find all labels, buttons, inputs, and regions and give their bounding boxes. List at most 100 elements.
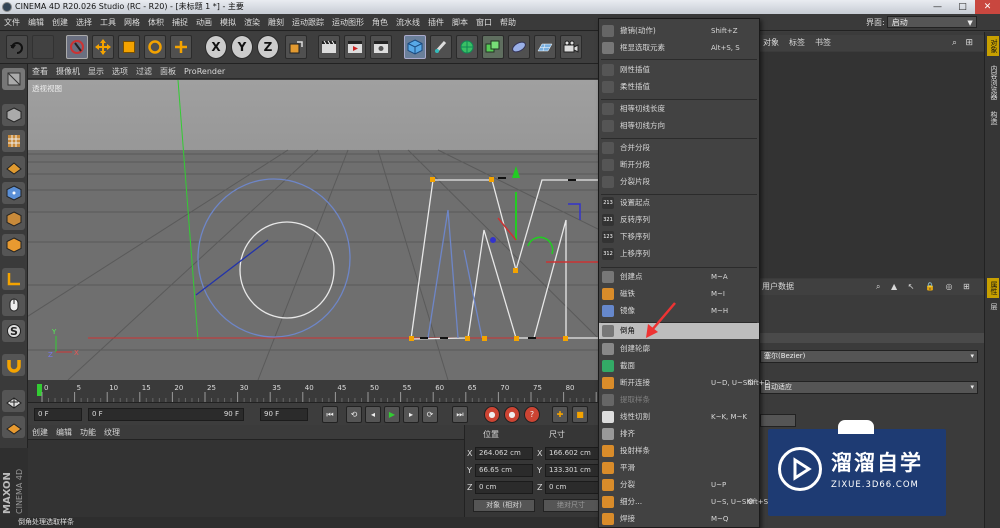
spline-type-select[interactable]: 塞尔(Bezier) ▾ (760, 350, 978, 363)
menu-item-line-cut[interactable]: 线性切割 K~K, M~K (599, 409, 759, 425)
menu-item-split[interactable]: 分裂 U~P (599, 477, 759, 493)
frame-range-slider[interactable]: 0 F 90 F (88, 408, 244, 421)
menu-item-create-point[interactable]: 创建点 M~A (599, 269, 759, 285)
intermediate-points-select[interactable]: 自动适应 ▾ (760, 381, 978, 394)
magnet-snap-icon[interactable] (2, 354, 25, 376)
menu-sculpt[interactable]: 雕刻 (264, 14, 288, 31)
z-axis-lock-button[interactable]: Z (257, 35, 279, 59)
menu-simulate[interactable]: 模拟 (216, 14, 240, 31)
pos-z-field[interactable]: 0 cm (475, 481, 533, 494)
new-view-icon[interactable]: ⊞ (960, 35, 978, 51)
size-mode-select[interactable]: 绝对尺寸 (543, 499, 599, 512)
gear-icon[interactable]: ⚙ (747, 494, 754, 510)
size-y-field[interactable]: 133.301 cm (545, 464, 599, 477)
record-keyframe-icon[interactable]: ● (484, 406, 500, 423)
end-frame-field[interactable]: 90 F (260, 408, 308, 421)
tab-layers[interactable]: 层 (987, 300, 999, 313)
viewport-menu-panel[interactable]: 面板 (156, 64, 180, 79)
menu-item-soft-interpolation[interactable]: 柔性插值 (599, 79, 759, 95)
menu-mograph[interactable]: 运动图形 (328, 14, 368, 31)
x-axis-lock-button[interactable]: X (205, 35, 227, 59)
pos-y-field[interactable]: 66.65 cm (475, 464, 533, 477)
make-editable-icon[interactable] (2, 68, 25, 90)
material-menu-edit[interactable]: 编辑 (52, 425, 76, 440)
menu-item-extract-spline[interactable]: 提取样条 (599, 392, 759, 408)
menu-item-equal-tangent-length[interactable]: 相等切线长度 (599, 101, 759, 117)
create-tool-icon[interactable] (170, 35, 192, 59)
viewport-menu-camera[interactable]: 摄像机 (52, 64, 84, 79)
object-menu-objects[interactable]: 对象 (758, 35, 784, 51)
object-menu-tags[interactable]: 标签 (784, 35, 810, 51)
menu-volume[interactable]: 体积 (144, 14, 168, 31)
polygons-mode-icon[interactable] (2, 234, 25, 256)
go-to-start-icon[interactable]: ⏮ (322, 406, 338, 423)
menu-item-cross-section[interactable]: 截面 (599, 358, 759, 374)
menu-item-smooth[interactable]: 平滑 (599, 460, 759, 476)
subdivision-surface-icon[interactable] (456, 35, 478, 59)
material-menu-function[interactable]: 功能 (76, 425, 100, 440)
pen-spline-icon[interactable] (430, 35, 452, 59)
y-axis-lock-button[interactable]: Y (231, 35, 253, 59)
render-to-picture-viewer-icon[interactable] (344, 35, 366, 59)
redo-icon[interactable] (32, 35, 54, 59)
go-to-end-icon[interactable]: ⏭ (452, 406, 468, 423)
previous-key-icon[interactable]: ⟲ (346, 406, 362, 423)
menu-item-line-up[interactable]: 排齐 (599, 426, 759, 442)
menu-item-explode-segments[interactable]: 分裂片段 (599, 174, 759, 190)
axis-mode-icon[interactable] (2, 268, 25, 290)
menu-item-move-down-sequence[interactable]: 123 下移序列 (599, 229, 759, 245)
viewport-canvas[interactable]: Y X Z (28, 80, 600, 380)
floor-object-icon[interactable] (534, 35, 556, 59)
keyframe-selection-icon[interactable]: ? (524, 406, 540, 423)
menu-item-hard-interpolation[interactable]: 刚性插值 (599, 62, 759, 78)
menu-item-equal-tangent-direction[interactable]: 相等切线方向 (599, 118, 759, 134)
model-mode-icon[interactable] (2, 104, 25, 126)
tab-objects[interactable]: 对象 (987, 36, 999, 56)
close-button[interactable]: ✕ (975, 0, 1000, 14)
menu-item-create-outline[interactable]: 创建轮廓 (599, 341, 759, 357)
maximize-button[interactable]: □ (950, 0, 975, 14)
next-key-icon[interactable]: ⟳ (422, 406, 438, 423)
deformer-icon[interactable] (508, 35, 530, 59)
menu-create[interactable]: 创建 (48, 14, 72, 31)
move-icon[interactable] (92, 35, 114, 59)
menu-item-disconnect[interactable]: 断开连接 U~D, U~Shift+D ⚙ (599, 375, 770, 391)
menu-item-break-segment[interactable]: 断开分段 (599, 157, 759, 173)
undo-icon[interactable] (6, 35, 28, 59)
attribute-nav-icons[interactable]: ⌕ ▲ ↖ 🔒 ◎ ⊞ (876, 279, 974, 295)
texture-mode-icon[interactable] (2, 130, 25, 152)
tab-content-browser[interactable]: 内容浏览器 (987, 62, 999, 103)
menu-item-join-segment[interactable]: 合并分段 (599, 140, 759, 156)
render-view-icon[interactable] (318, 35, 340, 59)
rotate-icon[interactable] (144, 35, 166, 59)
points-mode-icon[interactable] (2, 182, 25, 204)
array-object-icon[interactable] (482, 35, 504, 59)
timeline-ruler[interactable]: 0510152025303540455055606570758085 (28, 380, 623, 402)
menu-file[interactable]: 文件 (0, 14, 24, 31)
menu-character[interactable]: 角色 (368, 14, 392, 31)
auto-keyframe-icon[interactable]: ● (504, 406, 520, 423)
coordinate-system-icon[interactable] (285, 35, 307, 59)
lock-workplane-icon[interactable] (2, 390, 25, 412)
planar-workplane-icon[interactable] (2, 416, 25, 438)
material-menu-create[interactable]: 创建 (28, 425, 52, 440)
size-z-field[interactable]: 0 cm (545, 481, 599, 494)
menu-item-project-spline[interactable]: 投射样条 (599, 443, 759, 459)
object-list[interactable] (758, 52, 984, 278)
number-field[interactable] (760, 414, 796, 427)
minimize-button[interactable]: — (925, 0, 950, 14)
pos-x-field[interactable]: 264.062 cm (475, 447, 533, 460)
viewport-menu-options[interactable]: 选项 (108, 64, 132, 79)
camera-object-icon[interactable] (560, 35, 582, 59)
menu-item-weld[interactable]: 焊接 M~Q (599, 511, 759, 527)
menu-snap[interactable]: 捕捉 (168, 14, 192, 31)
render-settings-icon[interactable] (370, 35, 392, 59)
menu-item-subdivide[interactable]: 细分... U~S, U~Shift+S ⚙ (599, 494, 768, 510)
menu-item-set-first-point[interactable]: 213 设置起点 (599, 195, 759, 211)
menu-tools[interactable]: 工具 (96, 14, 120, 31)
snap-toggle-icon[interactable]: S (2, 320, 25, 342)
tab-attributes[interactable]: 属性 (987, 278, 999, 298)
viewport-menu-filter[interactable]: 过滤 (132, 64, 156, 79)
coord-mode-select[interactable]: 对象 (相对) (473, 499, 535, 512)
menu-select[interactable]: 选择 (72, 14, 96, 31)
